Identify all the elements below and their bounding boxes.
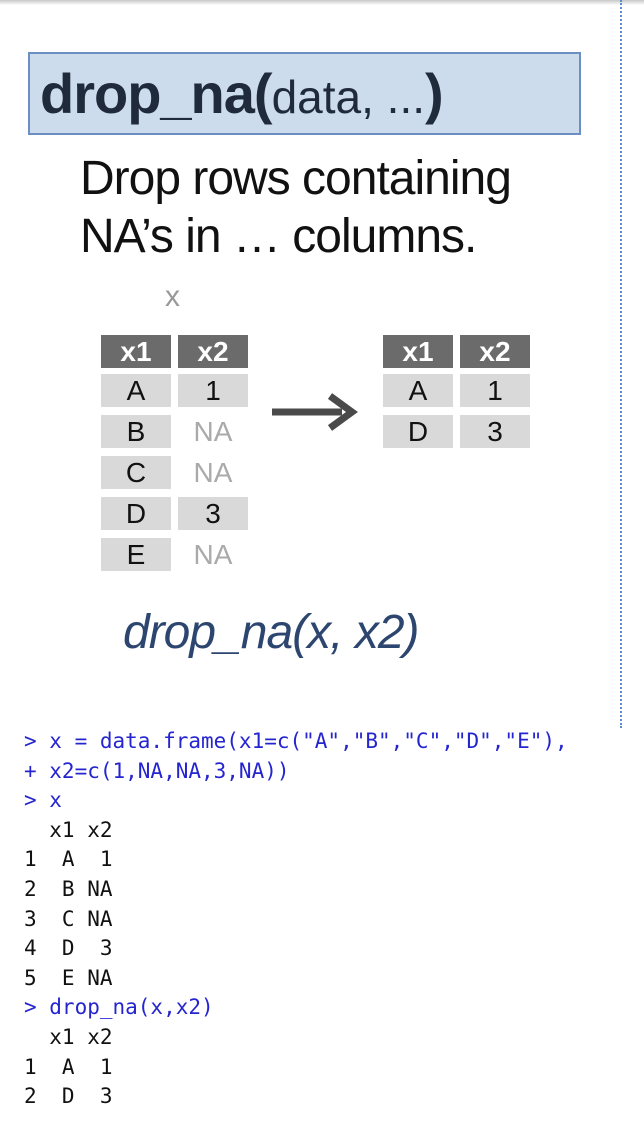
console-output-line: 2 B NA [24, 876, 113, 901]
table-cell: B [101, 415, 171, 448]
description: Drop rows containing NA’s in … columns. [80, 150, 512, 266]
function-title: drop_na(data, ...) [28, 52, 581, 135]
table-header: x1 [101, 335, 171, 368]
dotted-divider [620, 0, 622, 728]
table-cell: NA [193, 416, 233, 447]
console-input-line: > x = data.frame(x1=c("A","B","C","D","E… [24, 729, 568, 753]
console-output-line: 1 A 1 [24, 847, 113, 872]
input-table-label: x [165, 280, 180, 313]
description-line: NA’s in … columns. [80, 210, 477, 263]
close-paren: ) [425, 62, 444, 125]
open-paren: ( [253, 62, 273, 125]
table-cell: NA [193, 539, 233, 570]
description-line: Drop rows containing [80, 152, 512, 205]
table-cell: 1 [460, 374, 530, 407]
table-cell: NA [193, 457, 233, 488]
console-output-line: 2 D 3 [24, 1084, 113, 1109]
console-output-line: 3 C NA [24, 906, 113, 931]
console-input-line: > drop_na(x,x2) [24, 995, 214, 1020]
console-input-line: + x2=c(1,NA,NA,3,NA)) [24, 758, 290, 783]
console-output-line: 1 A 1 [24, 1054, 113, 1079]
table-cell: A [383, 374, 453, 407]
example-call: drop_na(x, x2) [123, 606, 419, 659]
table-cell: E [101, 538, 171, 571]
function-args: data, ... [271, 71, 426, 123]
console-output-line: x1 x2 [24, 817, 113, 842]
table-header: x2 [460, 335, 530, 368]
console-output-line: 4 D 3 [24, 936, 113, 961]
r-console: > x = data.frame(x1=c("A","B","C","D","E… [24, 727, 568, 1112]
table-cell: 1 [178, 374, 248, 407]
table-header: x2 [178, 335, 248, 368]
console-output-line: 5 E NA [24, 965, 113, 990]
table-cell: 3 [178, 497, 248, 530]
function-name: drop_na [40, 62, 255, 125]
table-cell: 3 [460, 415, 530, 448]
table-header: x1 [383, 335, 453, 368]
table-cell: D [383, 415, 453, 448]
arrow-right-icon [272, 393, 358, 431]
table-cell: C [101, 456, 171, 489]
console-output-line: x1 x2 [24, 1024, 113, 1049]
top-edge-shadow [0, 0, 644, 5]
console-input-line: > x [24, 788, 62, 813]
table-cell: A [101, 374, 171, 407]
table-cell: D [101, 497, 171, 530]
